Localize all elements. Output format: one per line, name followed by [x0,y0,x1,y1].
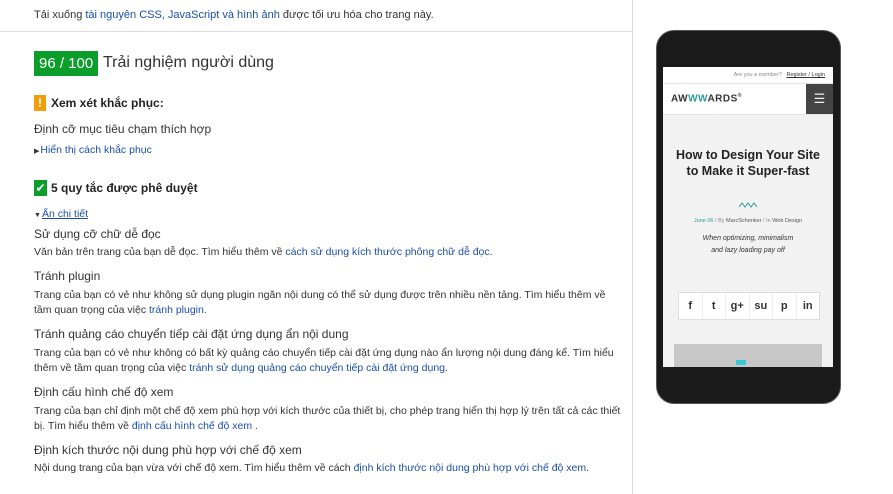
rule-title-tap-targets: Định cỡ mục tiêu chạm thích hợp [34,122,212,136]
social-share-bar: f t g+ su p in [678,292,820,320]
rule-desc-legible-font: Văn bản trên trang của bạn dễ đọc. Tìm h… [34,246,493,258]
check-icon: ✔ [34,180,47,196]
download-resources-note: Tải xuống tài nguyên CSS, JavaScript và … [34,9,434,21]
article-excerpt: When optimizing, minimalism and lazy loa… [702,235,794,254]
hero-image [674,344,822,367]
triangle-right-icon: ▶ [34,148,40,155]
consider-fixing-title: Xem xét khắc phục: [51,96,164,110]
rule-desc-avoid-plugins: Trang của bạn có vẻ như không sử dụng pl… [34,289,606,316]
panel-divider [632,0,633,494]
rule-title-viewport: Định cấu hình chế độ xem [34,385,174,399]
rule-title-legible-font: Sử dụng cỡ chữ dễ đọc [34,227,161,241]
awwwards-logo[interactable]: AWWWARDS® [671,93,742,104]
divider [0,31,632,32]
rule-desc-content-size: Nội dung trang của bạn vừa với chế độ xe… [34,462,590,474]
warning-icon: ! [34,95,46,111]
linkedin-icon[interactable]: in [797,293,820,319]
member-bar: Are you a member? Register / Login [663,67,833,84]
zigzag-divider-icon [739,202,757,208]
download-resources-link[interactable]: tài nguyên CSS, JavaScript và hình ảnh [85,9,279,21]
triangle-down-icon: ▼ [34,212,41,219]
score-badge: 96 / 100 [34,51,99,76]
google-plus-icon[interactable]: g+ [726,293,750,319]
article-meta: June 06 / By MarcSchenker / In Web Desig… [693,218,803,224]
facebook-icon[interactable]: f [679,293,703,319]
viewport-link[interactable]: định cấu hình chế độ xem [132,420,252,432]
site-header: AWWWARDS® ☰ [663,84,833,115]
rule-title-content-size: Định kích thước nội dung phù hợp với chế… [34,443,302,457]
twitter-icon[interactable]: t [703,293,726,319]
passed-rules-title: 5 quy tắc được phê duyệt [51,181,198,195]
stumbleupon-icon[interactable]: su [750,293,773,319]
rule-title-interstitials: Tránh quảng cáo chuyển tiếp cài đặt ứng … [34,327,349,341]
score-title: Trải nghiệm người dùng [103,54,274,71]
rule-desc-viewport: Trang của bạn chỉ định một chế độ xem ph… [34,405,621,432]
article-title: How to Design Your Site to Make it Super… [676,148,820,178]
hide-details-toggle[interactable]: ▼Ẩn chi tiết [34,208,88,220]
mobile-preview-screen: Are you a member? Register / Login AWWWA… [663,67,833,367]
legible-font-link[interactable]: cách sử dụng kích thước phông chữ dễ đọc [285,246,489,258]
interstitials-link[interactable]: tránh sử dụng quảng cáo chuyển tiếp cài … [189,362,445,374]
rule-desc-interstitials: Trang của bạn có vẻ như không có bất kỳ … [34,347,614,374]
rule-title-avoid-plugins: Tránh plugin [34,269,101,283]
pinterest-icon[interactable]: p [773,293,797,319]
show-how-to-fix-toggle[interactable]: ▶Hiển thị cách khắc phục [34,144,152,156]
register-login-link[interactable]: Register / Login [786,72,825,78]
menu-icon[interactable]: ☰ [806,84,833,114]
avoid-plugins-link[interactable]: tránh plugin [149,304,204,316]
results-panel: Tải xuống tài nguyên CSS, JavaScript và … [0,0,632,494]
content-size-link[interactable]: định kích thước nội dung phù hợp với chế… [354,462,587,474]
